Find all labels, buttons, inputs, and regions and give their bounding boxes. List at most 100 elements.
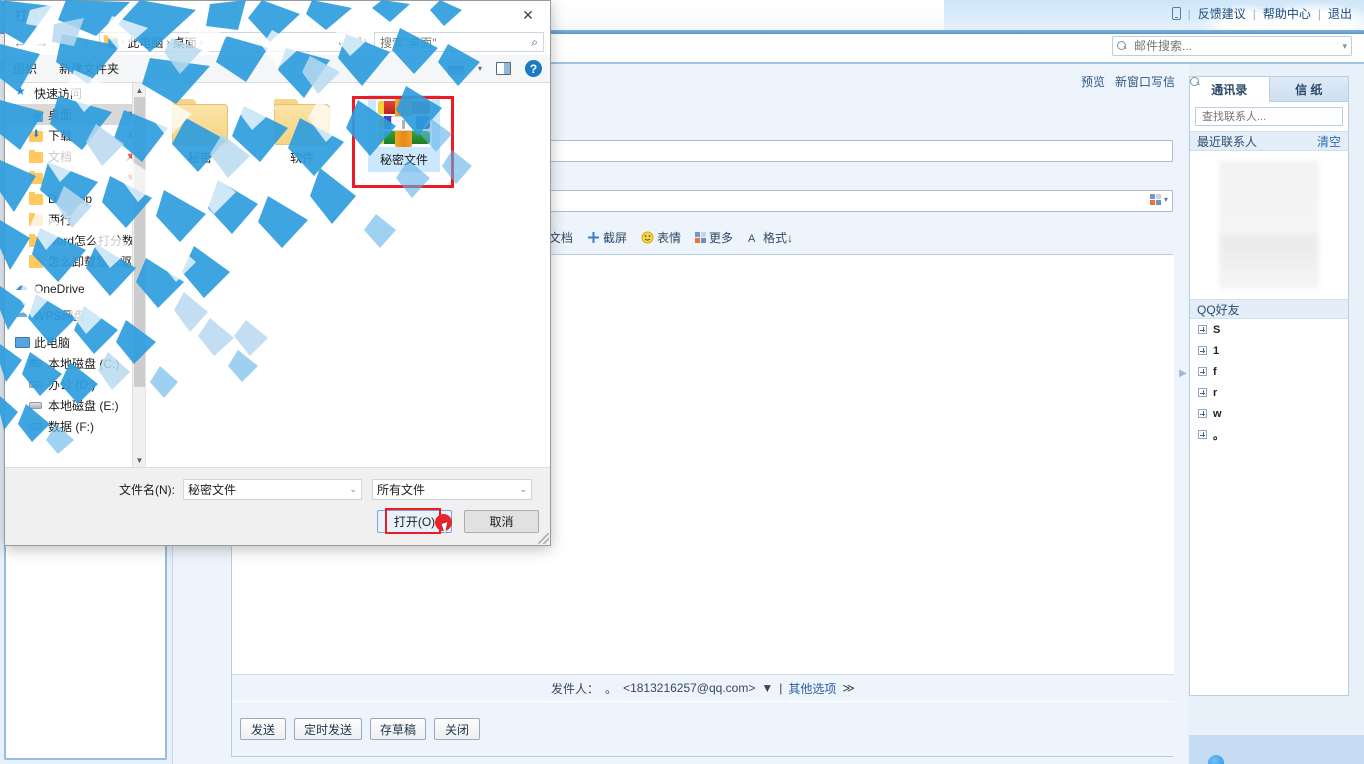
other-options-link[interactable]: 其他选项 xyxy=(788,680,836,697)
dialog-buttons: 打开(O) 取消 xyxy=(377,508,539,535)
chevron-down-icon[interactable]: ⌄ xyxy=(349,484,357,495)
filename-input[interactable]: 秘密文件 ⌄ xyxy=(183,478,362,500)
file-item-folder-2[interactable]: 软件 xyxy=(266,95,338,172)
sidebar-item-drive-d[interactable]: 办公 (D:) xyxy=(5,374,145,395)
phone-icon[interactable] xyxy=(1171,7,1181,20)
new-folder-button[interactable]: 新建文件夹 xyxy=(59,60,119,77)
expand-icon[interactable] xyxy=(1198,430,1207,439)
close-button[interactable]: 关闭 xyxy=(434,718,481,740)
preview-link[interactable]: 预览 xyxy=(1081,73,1105,90)
sidebar-item-drive-c[interactable]: 本地磁盘 (C:) xyxy=(5,353,145,374)
help-icon[interactable]: ? xyxy=(525,60,542,77)
scrollbar-thumb[interactable] xyxy=(134,97,145,387)
recent-locations-button[interactable]: ⌄ xyxy=(55,34,73,50)
status-indicator[interactable] xyxy=(1208,755,1224,764)
left-nav-panel[interactable] xyxy=(4,538,167,760)
dialog-titlebar[interactable]: 打开 ✕ xyxy=(5,1,550,29)
contact-search-box[interactable] xyxy=(1195,107,1346,126)
file-type-filter[interactable]: 所有文件 ⌄ xyxy=(372,478,532,500)
breadcrumb-desktop[interactable]: 桌面 xyxy=(173,34,197,51)
expand-icon[interactable] xyxy=(1198,346,1207,355)
sidebar-item-desktop[interactable]: 桌面 📌 xyxy=(5,104,145,125)
chevron-down-icon[interactable]: ▾ xyxy=(1164,195,1168,204)
toolbar-emoji[interactable]: 表情 xyxy=(641,229,681,246)
sidebar-item-word-fraction[interactable]: word怎么打分数 xyxy=(5,230,145,251)
drive-icon xyxy=(29,399,43,412)
contact-search-input[interactable] xyxy=(1200,109,1346,124)
panel-collapse-arrow[interactable]: ▶ xyxy=(1178,364,1188,382)
list-item[interactable]: w xyxy=(1190,403,1348,424)
toolbar-document-label: 文档 xyxy=(548,230,573,245)
more-grid-icon xyxy=(694,231,706,243)
expand-icon[interactable] xyxy=(1198,409,1207,418)
sidebar-item-drive-f[interactable]: 数据 (F:) xyxy=(5,416,145,437)
logout-link[interactable]: 退出 xyxy=(1328,5,1352,22)
forward-button[interactable]: → xyxy=(33,35,51,50)
toolbar-more[interactable]: 更多 xyxy=(694,229,733,246)
tab-address-book[interactable]: 通讯录 xyxy=(1190,77,1269,102)
file-item-archive-selected[interactable]: 秘密文件 xyxy=(368,95,440,172)
sidebar-item-two-lines[interactable]: 两行 xyxy=(5,209,145,230)
toolbar-format[interactable]: A 格式↓ xyxy=(747,229,793,246)
sender-dropdown-caret[interactable]: ▼ xyxy=(761,681,773,695)
list-item[interactable]: 1 xyxy=(1190,340,1348,361)
sidebar-item-this-pc[interactable]: 此电脑 xyxy=(5,332,145,353)
view-layout-icon[interactable] xyxy=(447,62,464,75)
up-button[interactable]: ↑ xyxy=(77,35,95,50)
sidebar-item-label: WPS网盘 xyxy=(34,309,86,323)
svg-text:A: A xyxy=(748,233,756,244)
file-list-pane[interactable]: 秘密 软件 秘密文件 xyxy=(146,83,550,467)
sidebar-item-hidden-4[interactable]: 📌 xyxy=(5,167,145,188)
tab-stationery[interactable]: 信 纸 xyxy=(1268,77,1348,102)
sidebar-item-downloads[interactable]: 下载 📌 xyxy=(5,125,145,146)
list-item[interactable]: f xyxy=(1190,361,1348,382)
close-icon[interactable]: ✕ xyxy=(506,1,550,29)
open-file-dialog[interactable]: 打开 ✕ ← → ⌄ ↑ › 此电脑 › 桌面 › ⌄ ↻ 搜索"桌面" ⌕ 组… xyxy=(4,0,551,546)
sidebar-item-wps-cloud[interactable]: WPS网盘 xyxy=(5,305,145,326)
schedule-send-button[interactable]: 定时发送 xyxy=(294,718,363,740)
preview-pane-icon[interactable] xyxy=(496,62,511,75)
expand-icon[interactable] xyxy=(1198,388,1207,397)
other-options-caret[interactable]: ≫ xyxy=(842,681,855,695)
list-item[interactable]: S xyxy=(1190,319,1348,340)
help-center-link[interactable]: 帮助中心 xyxy=(1263,5,1311,22)
mail-search-input[interactable] xyxy=(1132,38,1343,54)
chevron-down-icon[interactable]: ⌄ xyxy=(519,484,527,495)
sidebar-scrollbar[interactable]: ▲ ▼ xyxy=(132,83,145,467)
expand-icon[interactable] xyxy=(1198,325,1207,334)
cancel-button[interactable]: 取消 xyxy=(464,510,539,533)
send-button[interactable]: 发送 xyxy=(240,718,286,740)
more-grid-icon[interactable] xyxy=(1149,194,1161,205)
save-draft-button[interactable]: 存草稿 xyxy=(370,718,427,740)
scroll-down-icon[interactable]: ▼ xyxy=(133,453,145,467)
chevron-down-icon[interactable]: ⌄ xyxy=(337,37,345,48)
sidebar-item-onedrive[interactable]: OneDrive xyxy=(5,278,145,299)
expand-icon[interactable] xyxy=(1198,367,1207,376)
chevron-down-icon[interactable]: ▾ xyxy=(478,64,482,73)
organize-menu[interactable]: 组织 xyxy=(13,60,37,77)
sidebar-item-uninstall-gpu-driver[interactable]: 怎么卸载显卡驱动 xyxy=(5,251,145,272)
toolbar-screenshot[interactable]: 截屏 xyxy=(587,229,627,246)
sidebar-item-documents[interactable]: 文档 📌 xyxy=(5,146,145,167)
chevron-down-icon[interactable]: ▾ xyxy=(1342,41,1347,52)
sidebar-item-drive-e[interactable]: 本地磁盘 (E:) xyxy=(5,395,145,416)
resize-grip[interactable] xyxy=(538,533,549,544)
breadcrumb-this-pc[interactable]: 此电脑 xyxy=(127,34,163,51)
breadcrumb[interactable]: › 此电脑 › 桌面 › ⌄ xyxy=(99,32,350,52)
subject-icons: ▾ xyxy=(1149,194,1168,205)
sidebar-item-quick-access[interactable]: 快速访问 xyxy=(5,83,145,104)
recent-contacts-list[interactable] xyxy=(1190,151,1348,299)
scroll-up-icon[interactable]: ▲ xyxy=(133,83,145,97)
sidebar-item-desktop-folder[interactable]: Desktop xyxy=(5,188,145,209)
back-button[interactable]: ← xyxy=(11,35,29,50)
list-item[interactable]: 。 xyxy=(1190,424,1348,445)
dialog-search-box[interactable]: 搜索"桌面" ⌕ xyxy=(374,32,544,52)
file-item-folder-1[interactable]: 秘密 xyxy=(164,95,236,172)
list-item[interactable]: r xyxy=(1190,382,1348,403)
feedback-link[interactable]: 反馈建议 xyxy=(1198,5,1246,22)
mail-search-box[interactable]: ▾ xyxy=(1112,36,1352,56)
new-window-compose-link[interactable]: 新窗口写信 xyxy=(1115,73,1175,90)
clear-recent-link[interactable]: 清空 xyxy=(1317,133,1341,150)
refresh-icon[interactable]: ↻ xyxy=(354,34,370,50)
system-drive-icon xyxy=(29,357,43,370)
